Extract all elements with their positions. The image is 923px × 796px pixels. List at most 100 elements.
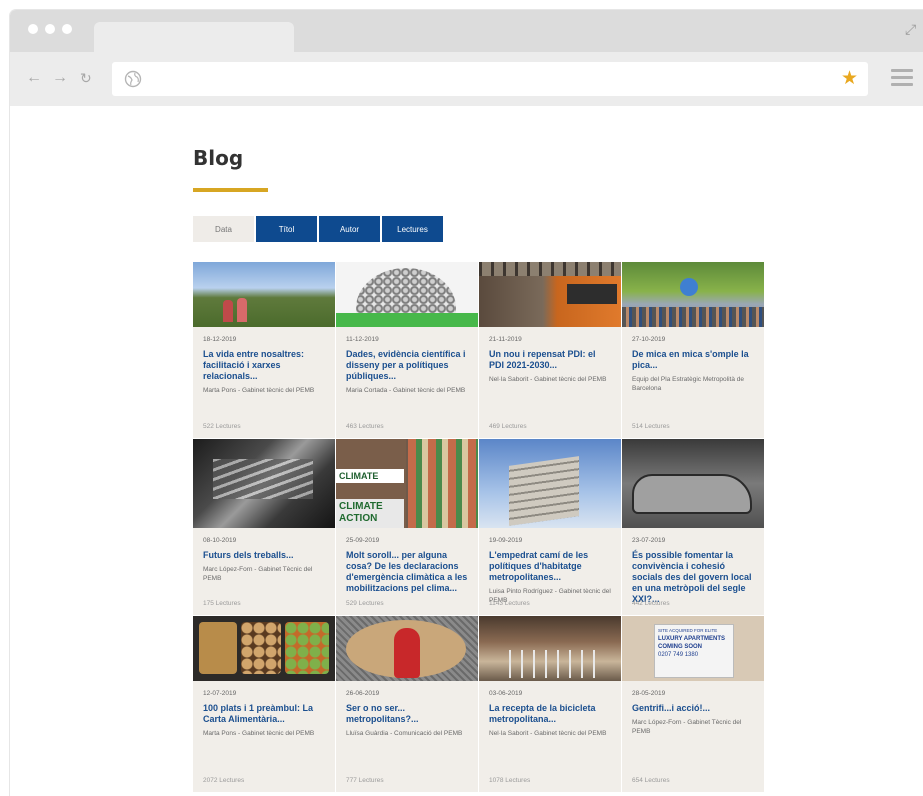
post-date: 08-10-2019	[203, 537, 237, 544]
minimize-dot[interactable]	[45, 24, 55, 34]
thumb-sign: SITE ACQUIRED FOR ELITE LUXURY APARTMENT…	[654, 624, 734, 678]
blog-card[interactable]: CLIMATE CLIMATE ACTION 25-09-2019 Molt s…	[336, 439, 478, 615]
post-reads: 529 Lectures	[346, 600, 384, 607]
post-date: 27-10-2019	[632, 336, 666, 343]
post-author: Nel·la Saborit - Gabinet tècnic del PEMB	[489, 376, 607, 383]
tab-bar: ⤢	[10, 10, 923, 54]
star-icon[interactable]: ★	[841, 69, 858, 88]
post-reads: 522 Lectures	[203, 423, 241, 430]
post-thumbnail[interactable]	[193, 439, 335, 528]
thumb-text: LUXURY APARTMENTS	[658, 636, 726, 642]
close-dot[interactable]	[28, 24, 38, 34]
sort-tab-date[interactable]: Data	[193, 216, 254, 242]
post-thumbnail[interactable]	[479, 262, 621, 327]
post-title[interactable]: De mica en mica s'omple la pica...	[632, 349, 754, 371]
post-date: 28-05-2019	[632, 690, 666, 697]
post-date: 21-11-2019	[489, 336, 522, 343]
post-author: Maria Cortada - Gabinet tècnic del PEMB	[346, 387, 466, 394]
sort-tab-reads[interactable]: Lectures	[382, 216, 443, 242]
blog-card[interactable]: 21-11-2019 Un nou i repensat PDI: el PDI…	[479, 262, 621, 438]
menu-icon[interactable]	[891, 69, 913, 87]
post-date: 19-09-2019	[489, 537, 523, 544]
post-date: 25-09-2019	[346, 537, 380, 544]
post-reads: 514 Lectures	[632, 423, 670, 430]
blog-card[interactable]: 08-10-2019 Futurs dels treballs... Marc …	[193, 439, 335, 615]
back-arrow-icon[interactable]: ←	[26, 70, 42, 86]
blog-card[interactable]: 19-09-2019 L'empedrat camí de les políti…	[479, 439, 621, 615]
post-title[interactable]: La recepta de la bicicleta metropolitana…	[489, 703, 611, 725]
blog-card[interactable]: 27-10-2019 De mica en mica s'omple la pi…	[622, 262, 764, 438]
post-reads: 469 Lectures	[489, 423, 527, 430]
post-reads: 175 Lectures	[203, 600, 241, 607]
browser-tab[interactable]	[94, 22, 294, 54]
post-date: 26-06-2019	[346, 690, 380, 697]
post-author: Nel·la Saborit - Gabinet tècnic del PEMB	[489, 730, 607, 737]
post-title[interactable]: La vida entre nosaltres: facilitació i x…	[203, 349, 325, 382]
blog-card[interactable]: 26-06-2019 Ser o no ser... metropolitans…	[336, 616, 478, 792]
post-title[interactable]: L'empedrat camí de les polítiques d'habi…	[489, 550, 611, 583]
post-thumbnail[interactable]	[193, 262, 335, 327]
blog-card[interactable]: 23-07-2019 És possible fomentar la convi…	[622, 439, 764, 615]
browser-window: ⤢ ← → ↻ ★ Blog Data Títol Autor Lectures	[10, 10, 923, 796]
post-thumbnail[interactable]	[479, 616, 621, 681]
post-thumbnail[interactable]	[193, 616, 335, 681]
post-title[interactable]: Gentrifi...i acció!...	[632, 703, 754, 714]
title-underline	[193, 188, 268, 192]
reload-icon[interactable]: ↻	[80, 70, 92, 86]
thumb-text: CLIMATE ACTION	[336, 499, 404, 528]
post-thumbnail[interactable]	[622, 439, 764, 528]
post-reads: 2072 Lectures	[203, 777, 245, 784]
browser-toolbar: ← → ↻ ★	[10, 52, 923, 106]
sort-tabs: Data Títol Autor Lectures	[193, 216, 445, 242]
post-author: Marta Pons - Gabinet tècnic del PEMB	[203, 730, 315, 737]
post-author: Lluïsa Guàrdia - Comunicació del PEMB	[346, 730, 463, 737]
blog-card[interactable]: 11-12-2019 Dades, evidència científica i…	[336, 262, 478, 438]
post-thumbnail[interactable]: SITE ACQUIRED FOR ELITE LUXURY APARTMENT…	[622, 616, 764, 681]
sort-tab-author[interactable]: Autor	[319, 216, 380, 242]
sort-tab-title[interactable]: Títol	[256, 216, 317, 242]
blog-grid: 18-12-2019 La vida entre nosaltres: faci…	[193, 262, 764, 793]
post-reads: 442 Lectures	[632, 600, 670, 607]
forward-arrow-icon[interactable]: →	[52, 70, 68, 86]
post-title[interactable]: És possible fomentar la convivència i co…	[632, 550, 754, 605]
post-thumbnail[interactable]	[622, 262, 764, 327]
post-thumbnail[interactable]	[479, 439, 621, 528]
post-date: 23-07-2019	[632, 537, 666, 544]
globe-icon	[124, 70, 142, 88]
post-reads: 777 Lectures	[346, 777, 384, 784]
expand-icon[interactable]: ⤢	[905, 22, 919, 36]
post-date: 03-06-2019	[489, 690, 523, 697]
blog-card[interactable]: 18-12-2019 La vida entre nosaltres: faci…	[193, 262, 335, 438]
post-reads: 654 Lectures	[632, 777, 670, 784]
post-date: 18-12-2019	[203, 336, 237, 343]
post-author: Marc López-Forn - Gabinet Tècnic del PEM…	[203, 566, 313, 582]
post-author: Marta Pons - Gabinet tècnic del PEMB	[203, 387, 315, 394]
post-title[interactable]: 100 plats i 1 preàmbul: La Carta Aliment…	[203, 703, 325, 725]
thumb-text: CLIMATE	[336, 469, 404, 483]
post-title[interactable]: Futurs dels treballs...	[203, 550, 325, 561]
post-author: Equip del Pla Estratègic Metropolità de …	[632, 376, 745, 392]
page-title: Blog	[193, 146, 244, 170]
post-reads: 1078 Lectures	[489, 777, 531, 784]
page-content: Blog Data Títol Autor Lectures 18-12-201…	[10, 106, 923, 796]
post-title[interactable]: Molt soroll... per alguna cosa? De les d…	[346, 550, 468, 594]
post-reads: 1143 Lectures	[489, 600, 530, 607]
blog-card[interactable]: 12-07-2019 100 plats i 1 preàmbul: La Ca…	[193, 616, 335, 792]
post-thumbnail[interactable]	[336, 616, 478, 681]
post-date: 11-12-2019	[346, 336, 379, 343]
post-title[interactable]: Ser o no ser... metropolitans?...	[346, 703, 468, 725]
blog-card[interactable]: SITE ACQUIRED FOR ELITE LUXURY APARTMENT…	[622, 616, 764, 792]
blog-card[interactable]: 03-06-2019 La recepta de la bicicleta me…	[479, 616, 621, 792]
thumb-text: COMING SOON	[658, 644, 703, 650]
post-thumbnail[interactable]: CLIMATE CLIMATE ACTION	[336, 439, 478, 528]
post-thumbnail[interactable]	[336, 262, 478, 327]
post-author: Marc López-Forn - Gabinet Tècnic del PEM…	[632, 719, 742, 735]
window-controls	[28, 24, 72, 34]
maximize-dot[interactable]	[62, 24, 72, 34]
thumb-text: 0207 749 1380	[658, 652, 699, 658]
thumb-text: SITE ACQUIRED FOR ELITE	[658, 628, 718, 633]
post-title[interactable]: Dades, evidència científica i disseny pe…	[346, 349, 468, 382]
post-title[interactable]: Un nou i repensat PDI: el PDI 2021-2030.…	[489, 349, 611, 371]
post-reads: 463 Lectures	[346, 423, 384, 430]
address-bar[interactable]: ★	[112, 62, 868, 96]
